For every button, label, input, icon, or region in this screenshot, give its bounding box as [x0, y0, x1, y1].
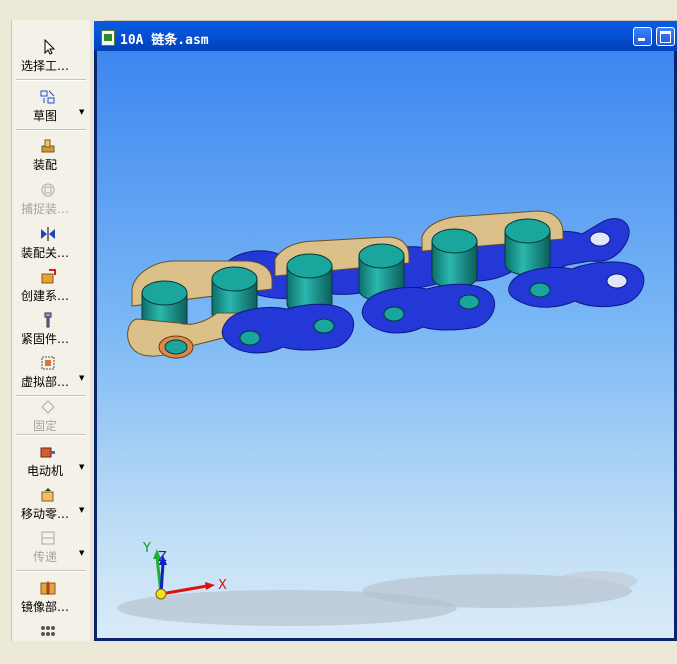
virtual-part-label: 虚拟部…: [20, 375, 69, 389]
pattern-button[interactable]: [12, 624, 90, 664]
create-system-label: 创建系…: [20, 289, 69, 303]
cursor-icon: [40, 38, 56, 55]
motor-icon: [40, 444, 56, 460]
assembly-relation-button[interactable]: 装配关…: [12, 226, 90, 266]
fastener-icon: [40, 312, 56, 328]
x-axis-label: X: [218, 578, 227, 593]
sketch-label: 草图: [32, 109, 57, 123]
toolbar-divider: [16, 395, 86, 397]
virtual-part-button[interactable]: 虚拟部… ▼: [12, 355, 90, 395]
chain-shadow: [117, 571, 637, 626]
move-part-icon: [40, 487, 56, 503]
assembly-toolbar: 选择工… 草图 ▼ 装配 捕捉装… 装配关… 创建系… 紧固件… 虚拟部… ▼ …: [12, 20, 104, 641]
toolbar-divider: [16, 570, 86, 572]
ground-label: 固定: [32, 419, 57, 433]
title-bar[interactable]: 10A 链条.asm: [94, 21, 677, 51]
menu-strip: [0, 0, 677, 21]
3d-viewport[interactable]: X Y Z: [97, 51, 674, 638]
transfer-button[interactable]: 传递 ▼: [12, 530, 90, 570]
ground-button[interactable]: 固定: [12, 399, 90, 439]
sketch-icon: [40, 89, 56, 105]
select-tool-label: 选择工…: [20, 59, 69, 73]
capture-label: 捕捉装…: [20, 202, 69, 216]
y-axis-label: Y: [142, 541, 151, 556]
move-part-button[interactable]: 移动零… ▼: [12, 487, 90, 527]
relation-label: 装配关…: [20, 246, 69, 260]
assemble-label: 装配: [32, 158, 57, 172]
create-system-button[interactable]: 创建系…: [12, 269, 90, 309]
toolbar-divider: [16, 79, 86, 81]
transfer-label: 传递: [32, 550, 57, 564]
axis-triad: X Y Z: [142, 541, 227, 600]
transfer-icon: [40, 530, 56, 546]
pattern-icon: [40, 624, 56, 640]
chevron-down-icon[interactable]: ▼: [79, 549, 84, 557]
chevron-down-icon[interactable]: ▼: [79, 108, 84, 116]
capture-assembly-button[interactable]: 捕捉装…: [12, 182, 90, 222]
mirror-label: 镜像部…: [20, 600, 69, 614]
relation-icon: [40, 226, 56, 242]
assemble-button[interactable]: 装配: [12, 138, 90, 178]
sketch-button[interactable]: 草图 ▼: [12, 89, 90, 129]
fastener-button[interactable]: 紧固件…: [12, 312, 90, 352]
create-system-icon: [40, 269, 56, 285]
motor-button[interactable]: 电动机 ▼: [12, 444, 90, 484]
mirror-icon: [40, 580, 56, 596]
chevron-down-icon[interactable]: ▼: [79, 374, 84, 382]
chevron-down-icon[interactable]: ▼: [79, 506, 84, 514]
z-axis-label: Z: [158, 550, 167, 565]
toolbar-divider: [16, 434, 86, 436]
move-part-label: 移动零…: [20, 507, 69, 521]
chevron-down-icon[interactable]: ▼: [79, 463, 84, 471]
capture-icon: [40, 182, 56, 198]
toolbar-divider: [16, 129, 86, 131]
maximize-button[interactable]: [656, 27, 675, 46]
minimize-button[interactable]: [633, 27, 652, 46]
window-title: 10A 链条.asm: [120, 33, 209, 48]
mirror-part-button[interactable]: 镜像部…: [12, 580, 90, 620]
fastener-label: 紧固件…: [20, 332, 69, 346]
chain-model-view: X Y Z: [117, 210, 645, 626]
ground-icon: [40, 399, 56, 415]
motor-label: 电动机: [26, 464, 63, 478]
select-tool-button[interactable]: 选择工…: [12, 38, 90, 79]
left-edge: [0, 20, 12, 641]
virtual-part-icon: [40, 355, 56, 371]
assemble-icon: [40, 138, 56, 154]
assembly-window: 10A 链条.asm X Y Z: [94, 21, 677, 641]
document-icon: [101, 30, 115, 46]
